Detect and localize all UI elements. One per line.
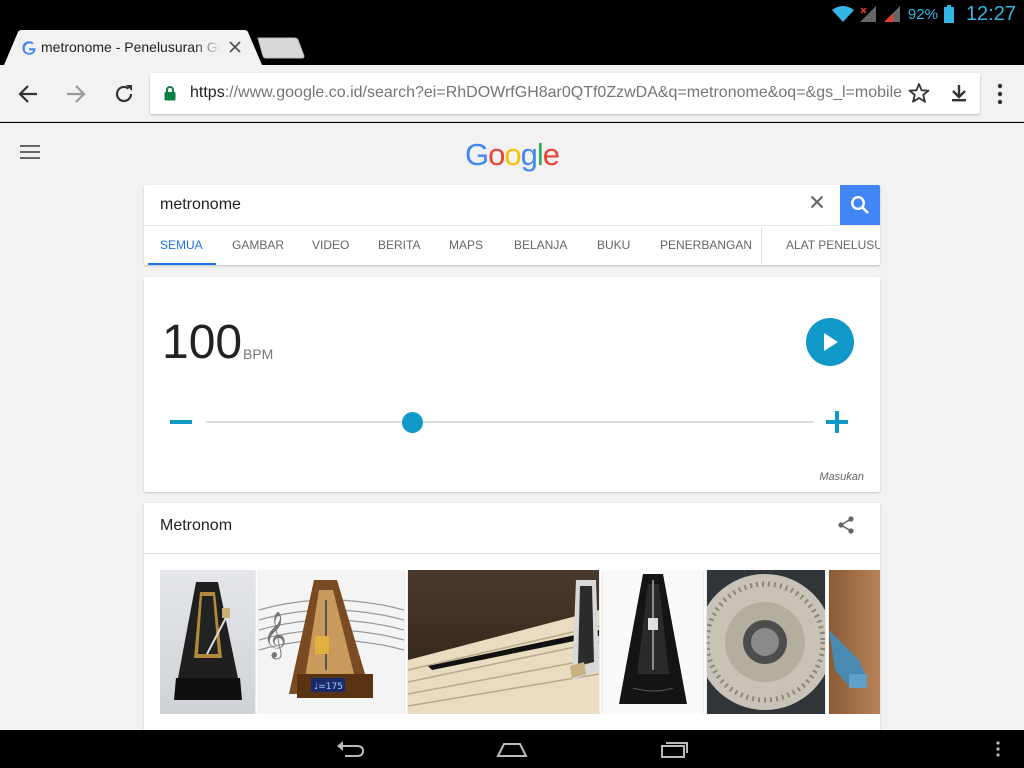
tab-belanja[interactable]: BELANJA [514, 226, 567, 265]
reload-button[interactable] [111, 81, 137, 107]
home-nav-icon[interactable] [496, 738, 528, 760]
google-logo[interactable]: Google [465, 137, 560, 173]
search-input[interactable] [160, 194, 760, 216]
tab-strip: metronome - Penelusuran Google [0, 28, 1024, 65]
tab-semua[interactable]: SEMUA [160, 226, 203, 265]
bookmark-star-icon[interactable] [908, 82, 930, 109]
panel-divider [144, 553, 880, 554]
recent-apps-nav-icon[interactable] [660, 738, 690, 760]
blue-metronome-partial[interactable] [829, 570, 880, 714]
search-box: SEMUA GAMBAR VIDEO BERITA MAPS BELANJA B… [144, 185, 880, 265]
status-bar: 92% 12:27 [0, 0, 1024, 28]
close-tab-icon[interactable] [226, 38, 244, 56]
knowledge-panel-title[interactable]: Metronom [160, 517, 232, 535]
play-button[interactable] [806, 318, 854, 366]
tab-gambar[interactable]: GAMBAR [232, 226, 284, 265]
feedback-link[interactable]: Masukan [819, 471, 864, 483]
bpm-value: 100 [162, 316, 243, 369]
signal-no-data-icon [859, 6, 878, 22]
system-navigation-bar [0, 730, 1024, 768]
svg-text:𝄞: 𝄞 [263, 612, 287, 660]
forward-button[interactable] [63, 81, 89, 107]
overflow-menu-icon[interactable] [988, 81, 1012, 107]
image-carousel: 𝄞 ♩=175 [160, 570, 880, 714]
tab-maps[interactable]: MAPS [449, 226, 483, 265]
active-tab-indicator [148, 263, 216, 265]
clock: 12:27 [965, 2, 1016, 25]
tempo-slider-track[interactable] [206, 421, 814, 423]
tabs-divider [761, 228, 762, 264]
battery-percentage: 92% [907, 5, 938, 23]
download-icon[interactable] [948, 82, 970, 109]
browser-toolbar: https://www.google.co.id/search?ei=RhDOW… [0, 65, 1024, 122]
search-results-page: Google SEMUA GAMBAR VIDEO BERITA MAPS BE… [0, 123, 1024, 730]
omnibox[interactable]: https://www.google.co.id/search?ei=RhDOW… [150, 73, 980, 114]
hamburger-menu-icon[interactable] [20, 145, 40, 159]
increase-tempo-button[interactable] [826, 411, 848, 433]
tempo-slider-thumb[interactable] [402, 412, 424, 433]
clear-search-icon[interactable] [808, 193, 826, 211]
search-button[interactable] [840, 185, 880, 225]
play-icon [824, 333, 838, 351]
search-icon [850, 195, 869, 214]
battery-icon [943, 5, 954, 23]
url-text[interactable]: https://www.google.co.id/search?ei=RhDOW… [190, 84, 902, 102]
search-tabs: SEMUA GAMBAR VIDEO BERITA MAPS BELANJA B… [144, 225, 880, 265]
tab-penerbangan[interactable]: PENERBANGAN [660, 226, 752, 265]
metronome-music-notes-illustration[interactable]: 𝄞 ♩=175 [259, 570, 404, 714]
url-scheme: https [190, 84, 225, 101]
tab-buku[interactable]: BUKU [597, 226, 630, 265]
back-nav-icon[interactable] [334, 738, 366, 760]
lock-icon [164, 86, 176, 106]
share-icon[interactable] [836, 515, 856, 535]
reload-icon [115, 85, 133, 103]
menu-nav-icon[interactable] [990, 738, 1006, 760]
tab-berita[interactable]: BERITA [378, 226, 420, 265]
wifi-icon [831, 6, 854, 22]
google-favicon-icon [22, 41, 36, 55]
arrow-back-icon [18, 85, 37, 103]
knowledge-panel: Metronom 𝄞 ♩=175 [144, 503, 880, 730]
tab-video[interactable]: VIDEO [312, 226, 349, 265]
new-tab-button[interactable] [256, 36, 306, 60]
svg-text:♩=175: ♩=175 [314, 682, 343, 692]
browser-tab-active[interactable]: metronome - Penelusuran Google [4, 30, 262, 65]
url-path: ://www.google.co.id/search?ei=RhDOWrfGH8… [224, 84, 902, 101]
tab-alat-penelusuran[interactable]: ALAT PENELUSURAN [786, 226, 880, 265]
piano-with-metronome[interactable] [408, 570, 599, 714]
tab-title: metronome - Penelusuran Google [41, 39, 221, 55]
metronome-widget: 100 BPM Masukan [144, 277, 880, 492]
signal-strength-icon [883, 6, 902, 22]
back-button[interactable] [15, 81, 41, 107]
bpm-unit: BPM [243, 346, 274, 362]
arrow-forward-icon [67, 85, 86, 103]
decrease-tempo-button[interactable] [170, 420, 192, 424]
plus-icon [826, 411, 848, 433]
black-metronome-photo[interactable] [603, 570, 703, 714]
metronome-dial-close-up[interactable] [707, 570, 825, 714]
metronome-black-photo[interactable] [160, 570, 255, 714]
